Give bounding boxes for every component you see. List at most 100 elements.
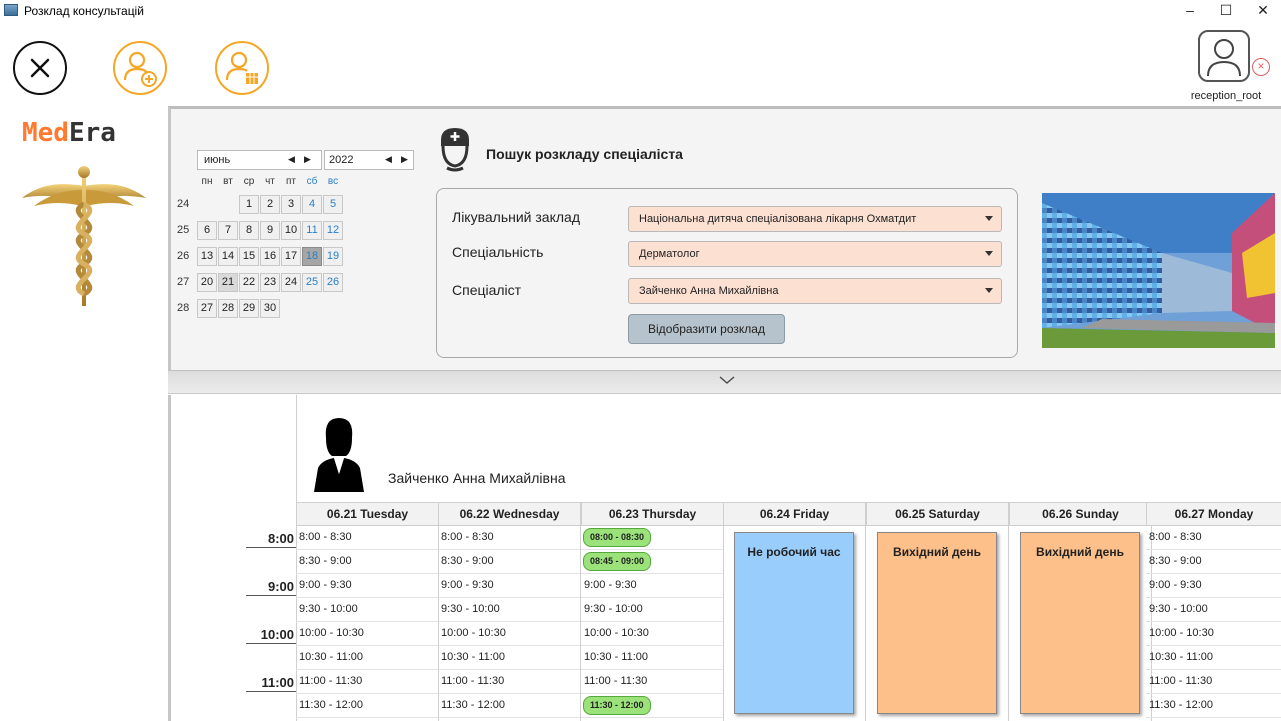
doctor-schedule-icon[interactable]	[214, 40, 270, 96]
calendar-day[interactable]: 26	[323, 273, 343, 292]
specialty-select[interactable]: Дерматолог	[628, 241, 1002, 267]
calendar-day[interactable]: 10	[281, 221, 301, 240]
calendar-day[interactable]: 8	[239, 221, 259, 240]
calendar-day[interactable]: 20	[197, 273, 217, 292]
calendar-day[interactable]: 19	[323, 247, 343, 266]
month-next-icon[interactable]: ▶	[304, 154, 311, 165]
month-selector[interactable]: июнь ◀ ▶	[197, 150, 322, 170]
time-slot[interactable]: 9:00 - 9:30	[1146, 574, 1281, 598]
year-next-icon[interactable]: ▶	[401, 154, 408, 165]
user-avatar[interactable]	[1198, 30, 1250, 82]
time-slot[interactable]: 10:00 - 10:30	[1146, 622, 1281, 646]
calendar-day[interactable]: 22	[239, 273, 259, 292]
time-slot[interactable]: 9:00 - 9:30	[296, 574, 438, 598]
time-slot[interactable]: 9:00 - 9:30	[438, 574, 580, 598]
year-selector[interactable]: 2022 ◀ ▶	[324, 150, 414, 170]
minimize-button[interactable]: –	[1172, 0, 1208, 22]
time-slot[interactable]: 8:30 - 9:00	[438, 550, 580, 574]
time-slot[interactable]: 9:30 - 10:00	[581, 598, 723, 622]
calendar-day[interactable]: 15	[239, 247, 259, 266]
weekday-label: чт	[265, 176, 275, 187]
day-column-header: 06.21 Tuesday	[296, 502, 439, 526]
facility-select[interactable]: Національна дитяча спеціалізована лікарн…	[628, 206, 1002, 232]
caduceus-icon	[20, 164, 148, 308]
day-column-header: 06.25 Saturday	[866, 502, 1009, 526]
calendar-day[interactable]: 17	[281, 247, 301, 266]
time-slot[interactable]: 11:30 - 12:00	[296, 694, 438, 718]
calendar-day[interactable]: 24	[281, 273, 301, 292]
doctor-avatar-icon	[312, 416, 366, 492]
specialist-select[interactable]: Зайченко Анна Михайлівна	[628, 278, 1002, 304]
time-slot[interactable]: 08:45 - 09:00	[581, 550, 723, 574]
maximize-button[interactable]: ☐	[1208, 0, 1244, 22]
calendar-day[interactable]: 2	[260, 195, 280, 214]
time-slot[interactable]: 9:30 - 10:00	[438, 598, 580, 622]
close-window-button[interactable]: ✕	[1245, 0, 1281, 22]
time-slot[interactable]: 8:30 - 9:00	[1146, 550, 1281, 574]
time-slot[interactable]: 10:30 - 11:00	[296, 646, 438, 670]
calendar-day[interactable]: 25	[302, 273, 322, 292]
calendar-day[interactable]: 23	[260, 273, 280, 292]
time-slot[interactable]: 8:30 - 9:00	[296, 550, 438, 574]
month-prev-icon[interactable]: ◀	[288, 154, 295, 165]
app-window: Розклад консультацій – ☐ ✕ × reception_r…	[0, 0, 1281, 721]
close-icon[interactable]	[12, 40, 68, 96]
time-slot[interactable]: 08:00 - 08:30	[581, 526, 723, 550]
time-slot[interactable]: 10:00 - 10:30	[296, 622, 438, 646]
calendar-day[interactable]: 27	[197, 299, 217, 318]
hour-divider	[246, 691, 296, 692]
time-slot[interactable]: 8:00 - 8:30	[438, 526, 580, 550]
week-number: 28	[177, 302, 190, 314]
weekday-label: ср	[243, 176, 255, 187]
time-slot[interactable]: 11:30 - 12:00	[581, 694, 723, 718]
time-slot[interactable]: 11:00 - 11:30	[438, 670, 580, 694]
weekday-label: пт	[286, 176, 296, 187]
chevron-down-icon	[985, 216, 993, 221]
logout-icon[interactable]: ×	[1252, 58, 1270, 76]
add-patient-icon[interactable]	[112, 40, 168, 96]
calendar-day[interactable]: 7	[218, 221, 238, 240]
booked-slot-badge[interactable]: 11:30 - 12:00	[583, 696, 651, 715]
calendar-day[interactable]: 12	[323, 221, 343, 240]
calendar-day[interactable]: 13	[197, 247, 217, 266]
time-slot[interactable]: 10:30 - 11:00	[1146, 646, 1281, 670]
calendar-day[interactable]: 29	[239, 299, 259, 318]
calendar-day[interactable]: 5	[323, 195, 343, 214]
calendar-day[interactable]: 14	[218, 247, 238, 266]
time-slot[interactable]: 11:00 - 11:30	[581, 670, 723, 694]
time-slot[interactable]: 9:00 - 9:30	[581, 574, 723, 598]
calendar-day[interactable]: 16	[260, 247, 280, 266]
calendar-day[interactable]: 3	[281, 195, 301, 214]
time-slot[interactable]: 11:00 - 11:30	[1146, 670, 1281, 694]
calendar-day[interactable]: 21	[218, 273, 238, 292]
calendar-day[interactable]: 6	[197, 221, 217, 240]
month-label: июнь	[204, 154, 231, 166]
day-column-header: 06.26 Sunday	[1009, 502, 1152, 526]
time-slot[interactable]: 8:00 - 8:30	[296, 526, 438, 550]
time-slot[interactable]: 10:00 - 10:30	[438, 622, 580, 646]
calendar-day[interactable]: 11	[302, 221, 322, 240]
time-slot[interactable]: 10:00 - 10:30	[581, 622, 723, 646]
year-label: 2022	[329, 154, 354, 166]
calendar-day[interactable]: 4	[302, 195, 322, 214]
time-slot[interactable]: 9:30 - 10:00	[1146, 598, 1281, 622]
calendar-day[interactable]: 1	[239, 195, 259, 214]
booked-slot-badge[interactable]: 08:00 - 08:30	[583, 528, 652, 547]
show-schedule-button[interactable]: Відобразити розклад	[628, 314, 785, 344]
booked-slot-badge[interactable]: 08:45 - 09:00	[583, 552, 652, 571]
calendar-day[interactable]: 30	[260, 299, 280, 318]
hour-divider	[246, 643, 296, 644]
calendar-day[interactable]: 9	[260, 221, 280, 240]
calendar-day[interactable]: 18	[302, 247, 322, 266]
time-slot[interactable]: 11:30 - 12:00	[1146, 694, 1281, 718]
time-slot[interactable]: 11:00 - 11:30	[296, 670, 438, 694]
time-slot[interactable]: 11:30 - 12:00	[438, 694, 580, 718]
time-slot[interactable]: 10:30 - 11:00	[581, 646, 723, 670]
year-prev-icon[interactable]: ◀	[385, 154, 392, 165]
time-slot[interactable]: 8:00 - 8:30	[1146, 526, 1281, 550]
time-slot[interactable]: 9:30 - 10:00	[296, 598, 438, 622]
chevron-down-icon[interactable]	[718, 374, 736, 386]
time-slot[interactable]: 10:30 - 11:00	[438, 646, 580, 670]
chevron-down-icon	[985, 288, 993, 293]
calendar-day[interactable]: 28	[218, 299, 238, 318]
